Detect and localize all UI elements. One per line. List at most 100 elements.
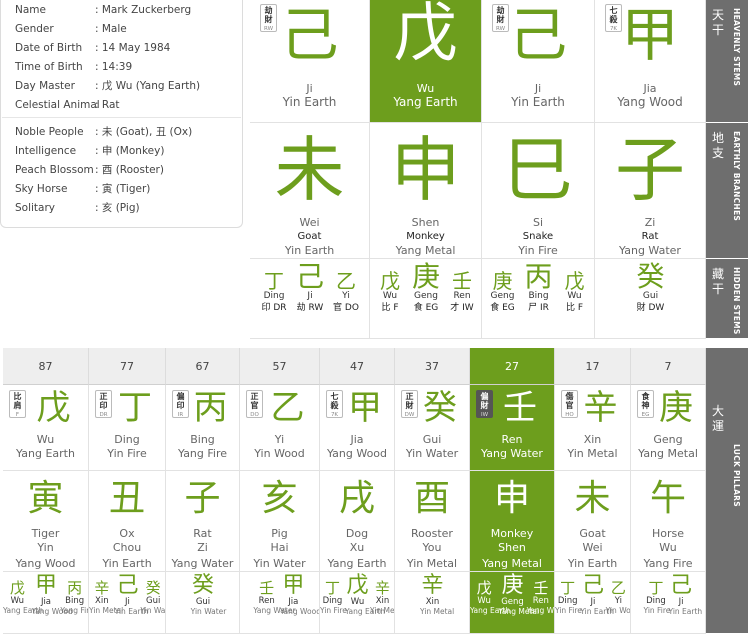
luck-hidden-stems-cell[interactable]: 壬 Ren Yang Water 甲 Jia Yang Wood — [240, 572, 320, 634]
luck-hidden-stem: 癸GuiYin Water — [140, 579, 165, 616]
luck-stem-cell[interactable]: 丁 Ding Yin Fire 正印 DR — [89, 385, 166, 471]
luck-stem-cell[interactable]: 壬 Ren Yang Water 偏財 IW — [470, 385, 555, 471]
hidden-stem: 己 Ji 劫 RW — [292, 263, 328, 314]
luck-stem-cell[interactable]: 戊 Wu Yang Earth 比肩 F — [3, 385, 89, 471]
luck-branch-character: 酉 — [413, 478, 450, 519]
luck-stem-pinyin: Gui — [422, 433, 442, 446]
luck-pillar-age[interactable]: 37 — [395, 348, 470, 385]
luck-branch-cell[interactable]: 寅 Tiger Yin Yang Wood — [3, 471, 89, 572]
earthly-branch-cell[interactable]: 巳 Si Snake Yin Fire — [482, 123, 595, 259]
luck-hidden-stems-cell[interactable]: 戊WuYang Earth庚GengYang Metal壬RenYang Wat… — [470, 572, 555, 634]
luck-hidden-stem: 辛XinYin Metal — [89, 581, 123, 616]
luck-hidden-stems-cell[interactable]: 丁 Ding Yin Fire 己 Ji Yin Earth — [631, 572, 706, 634]
hidden-stem: 丙 Bing 尸 IR — [521, 263, 557, 314]
luck-branch-cell[interactable]: 酉 Rooster You Yin Metal — [395, 471, 470, 572]
luck-hidden-stems-cell[interactable]: 辛 Xin Yin Metal — [395, 572, 470, 634]
luck-hidden-stem-char: 乙 — [610, 579, 626, 597]
hidden-stem: 庚 Geng 食 EG — [485, 271, 521, 314]
badge-code: DR — [99, 412, 108, 418]
luck-pillar-age[interactable]: 77 — [89, 348, 166, 385]
luck-hidden-stem: 甲 Jia Yang Wood — [32, 575, 73, 617]
divider — [2, 117, 241, 118]
luck-hidden-stems-cell[interactable]: 辛XinYin Metal己JiYin Earth癸GuiYin Water — [89, 572, 166, 634]
hidden-stem-pinyin: Geng — [490, 291, 515, 301]
luck-pillar-age[interactable]: 47 — [320, 348, 395, 385]
luck-pillar-age[interactable]: 7 — [631, 348, 706, 385]
luck-hidden-stems-cell[interactable]: 癸 Gui Yin Water — [166, 572, 240, 634]
tab-heavenly-stems[interactable]: 天干 HEAVENLY STEMS — [706, 0, 748, 123]
luck-branch-cell[interactable]: 戌 Dog Xu Yang Earth — [320, 471, 395, 572]
badge-chars: 正財 — [405, 392, 414, 410]
badge-chars: 正印 — [99, 392, 108, 410]
luck-stem-cell[interactable]: 甲 Jia Yang Wood 七殺 7K — [320, 385, 395, 471]
luck-hidden-stems-cell[interactable]: 丁DingYin Fire己JiYin Earth乙YiYin Wood — [555, 572, 631, 634]
luck-branch-cell[interactable]: 子 Rat Zi Yang Water — [166, 471, 240, 572]
stem-element: Yang Wood — [617, 95, 683, 109]
luck-hidden-stem-char: 壬 — [259, 579, 275, 597]
earthly-label: EARTHLY BRANCHES — [732, 131, 741, 222]
star-row: Noble People: 未 (Goat), 丑 (Ox) — [15, 125, 192, 139]
luck-stem-cell[interactable]: 乙 Yi Yin Wood 正官 DO — [240, 385, 320, 471]
luck-hidden-stem-pinyin: Ding — [322, 596, 343, 606]
luck-pillar-age[interactable]: 87 — [3, 348, 89, 385]
hidden-stem-god: 官 DO — [333, 303, 359, 313]
luck-stem-cell[interactable]: 辛 Xin Yin Metal 傷官 HO — [555, 385, 631, 471]
profile-value: : Male — [95, 23, 127, 35]
tab-earthly-branches[interactable]: 地支 EARTHLY BRANCHES — [706, 123, 748, 259]
luck-hidden-stem-element: Yin Fire — [320, 606, 347, 615]
star-label: Sky Horse — [15, 183, 68, 195]
luck-stem-element: Yin Fire — [107, 447, 147, 460]
luck-branch-element: Yang Metal — [482, 557, 542, 570]
luck-pillar-age[interactable]: 27 — [470, 348, 555, 385]
luck-hidden-stems-cell[interactable]: 戊WuYang Earth甲JiaYang Wood丙BingYang Fire — [3, 572, 89, 634]
heavenly-stem-cell[interactable]: 己 Ji Yin Earth 劫財 RW — [482, 0, 595, 123]
hidden-stems-cell[interactable]: 癸 Gui 財 DW — [595, 259, 706, 339]
luck-hidden-stem: 丁 Ding Yin Fire — [555, 581, 582, 616]
badge-chars: 食神 — [641, 392, 650, 410]
hidden-stem: 丁 Ding 印 DR — [256, 271, 292, 314]
luck-branch-character: 申 — [493, 478, 530, 519]
luck-branch-cell[interactable]: 亥 Pig Hai Yin Water — [240, 471, 320, 572]
luck-stem-cell[interactable]: 丙 Bing Yang Fire 偏印 IR — [166, 385, 240, 471]
hidden-stem-char: 丙 — [524, 260, 553, 293]
luck-stem-cell[interactable]: 癸 Gui Yin Water 正財 DW — [395, 385, 470, 471]
hidden-stem-char: 庚 — [492, 269, 513, 293]
branch-pinyin: Shen — [411, 216, 440, 229]
ten-god-badge: 食神 EG — [637, 390, 654, 418]
hidden-stem-god: 比 F — [565, 303, 584, 313]
luck-branch-cell[interactable]: 未 Goat Wei Yin Earth — [555, 471, 631, 572]
luck-stem-pinyin: Geng — [653, 433, 683, 446]
luck-branch-element: Yin Earth — [102, 557, 152, 570]
earthly-branch-cell[interactable]: 子 Zi Rat Yang Water — [595, 123, 706, 259]
luck-hidden-stem-char: 己 — [116, 573, 139, 598]
luck-pillar-age[interactable]: 17 — [555, 348, 631, 385]
hidden-stems-cell[interactable]: 庚 Geng 食 EG 丙 Bing 尸 IR 戊 Wu 比 F — [482, 259, 595, 339]
luck-branch-element: Yang Water — [171, 557, 234, 570]
heavenly-stem-cell[interactable]: 己 Ji Yin Earth 劫財 RW — [250, 0, 370, 123]
hidden-cjk: 藏干 — [712, 267, 725, 296]
hidden-stems-cell[interactable]: 丁 Ding 印 DR 己 Ji 劫 RW 乙 Yi 官 DO — [250, 259, 370, 339]
luck-hidden-stem-char: 癸 — [145, 579, 161, 597]
luck-hidden-stem-element: Yin Earth — [114, 607, 149, 616]
luck-branch-cell[interactable]: 午 Horse Wu Yang Fire — [631, 471, 706, 572]
luck-branch-character: 子 — [184, 478, 221, 519]
luck-stem-cell[interactable]: 庚 Geng Yang Metal 食神 EG — [631, 385, 706, 471]
luck-stem-element: Yang Metal — [638, 447, 698, 460]
tab-hidden-stems[interactable]: 藏干 HIDDEN STEMS — [706, 259, 748, 339]
profile-row: Time of Birth: 14:39 — [15, 60, 132, 74]
heavenly-stem-cell[interactable]: 戊 Wu Yang Earth — [370, 0, 482, 123]
earthly-branch-cell[interactable]: 申 Shen Monkey Yang Metal — [370, 123, 482, 259]
luck-hidden-stem-pinyin: Ren — [532, 596, 549, 606]
luck-branch-cell[interactable]: 申 Monkey Shen Yang Metal — [470, 471, 555, 572]
luck-pillar-age[interactable]: 57 — [240, 348, 320, 385]
heavenly-stem-cell[interactable]: 甲 Jia Yang Wood 七殺 7K — [595, 0, 706, 123]
luck-hidden-stems-cell[interactable]: 丁DingYin Fire戊WuYang Earth辛XinYin Metal — [320, 572, 395, 634]
hidden-stem-char: 戊 — [564, 269, 585, 293]
branch-character: 子 — [615, 129, 685, 211]
luck-branch-cell[interactable]: 丑 Ox Chou Yin Earth — [89, 471, 166, 572]
luck-hidden-stem-element: Yin Fire — [643, 606, 671, 615]
luck-pillar-age[interactable]: 67 — [166, 348, 240, 385]
earthly-branch-cell[interactable]: 未 Wei Goat Yin Earth — [250, 123, 370, 259]
hidden-stems-cell[interactable]: 戊 Wu 比 F 庚 Geng 食 EG 壬 Ren 才 IW — [370, 259, 482, 339]
tab-luck-pillars[interactable]: 大運 LUCK PILLARS — [706, 348, 748, 634]
